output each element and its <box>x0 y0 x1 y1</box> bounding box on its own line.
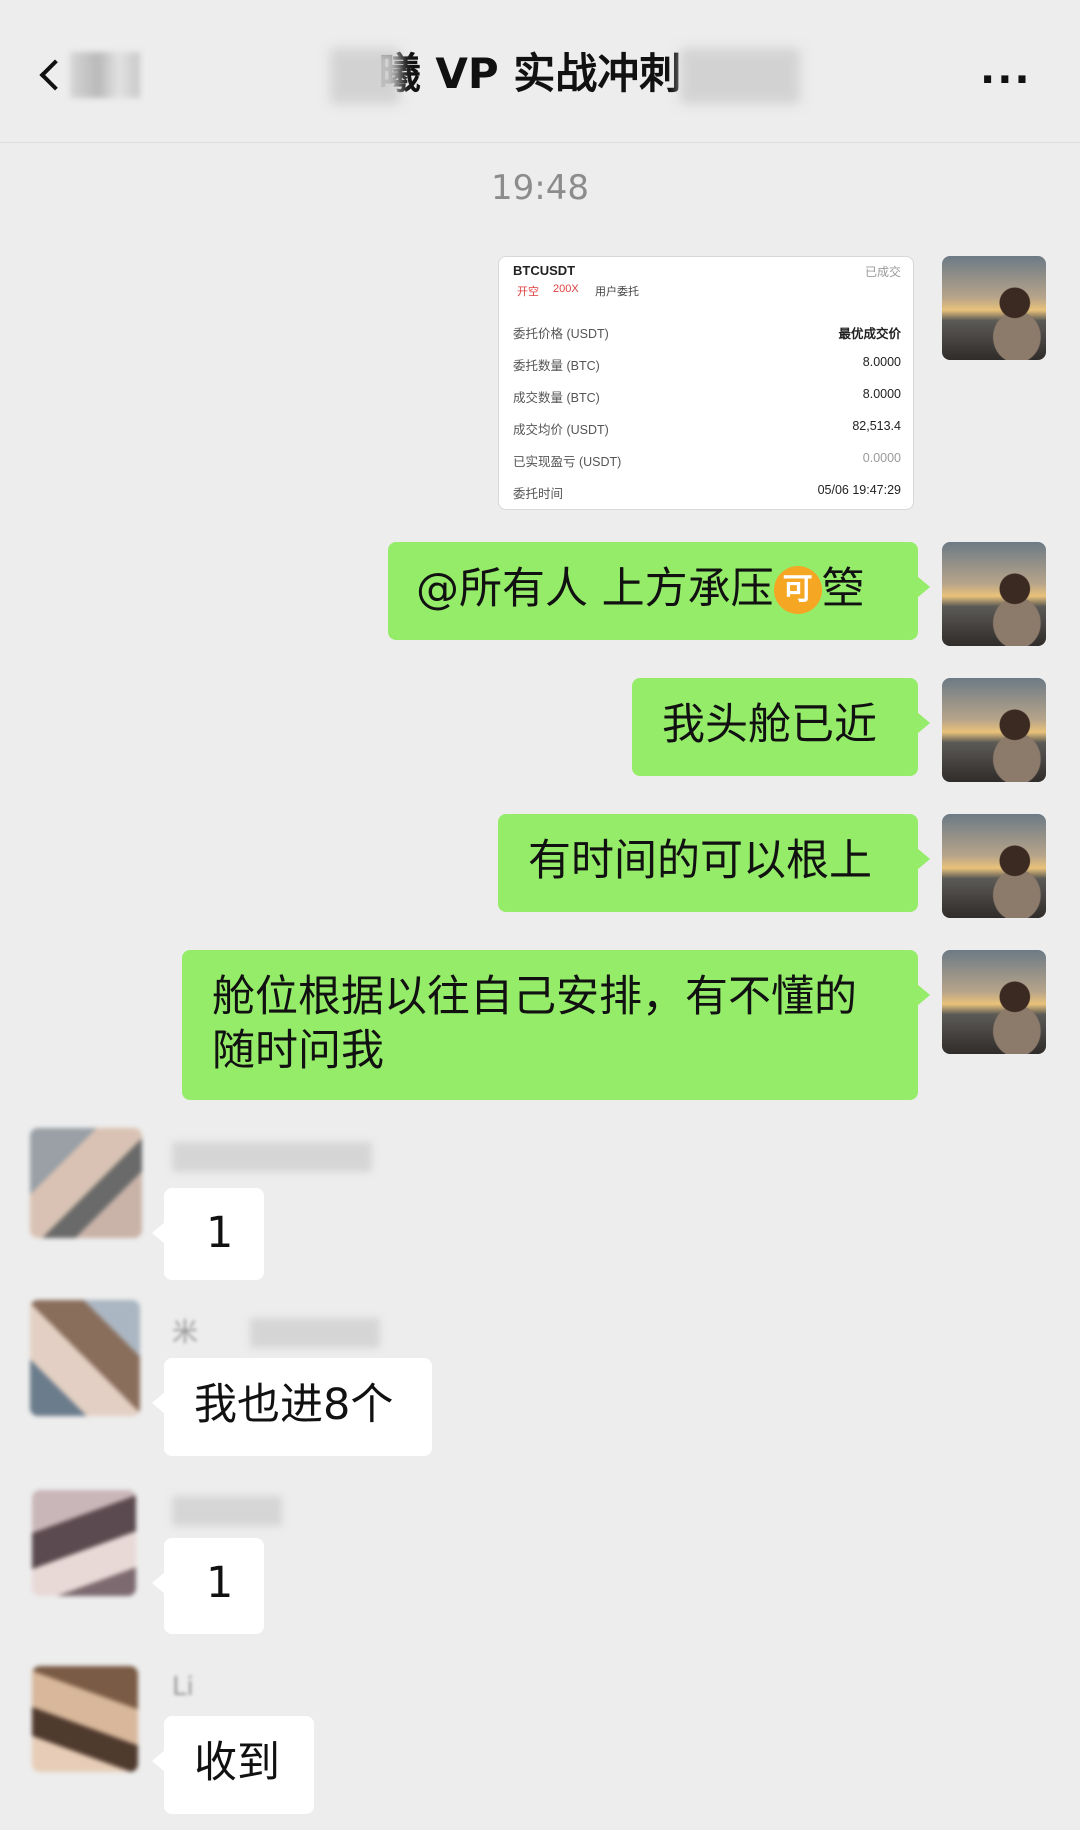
card-row-value: 8.0000 <box>862 355 901 369</box>
chevron-left-icon <box>39 59 71 91</box>
card-tag-type: 用户委托 <box>595 286 639 298</box>
message-bubble[interactable]: 收到 <box>152 1716 314 1814</box>
more-options-button[interactable]: ... <box>980 50 1040 90</box>
message-text: 收到 <box>194 1738 280 1788</box>
avatar[interactable] <box>32 1490 136 1596</box>
sender-name: Li <box>172 1672 194 1702</box>
card-row-label: 成交数量 (BTC) <box>513 391 600 405</box>
card-row-value: 最优成交价 <box>838 327 901 341</box>
avatar[interactable] <box>30 1128 142 1238</box>
card-row: 成交数量 (BTC) 8.0000 <box>513 387 901 407</box>
card-row: 已实现盈亏 (USDT) 0.0000 <box>513 451 901 471</box>
avatar[interactable] <box>942 542 1046 646</box>
message-text: 我也进8个 <box>194 1380 394 1430</box>
card-symbol: BTCUSDT <box>513 263 576 278</box>
message-bubble[interactable]: 1 <box>152 1188 264 1280</box>
sender-name-blurred <box>172 1496 282 1526</box>
message-bubble[interactable]: 有时间的可以根上 <box>498 814 930 912</box>
message-bubble[interactable]: @所有人 上方承压可箜 <box>388 542 930 640</box>
sender-name-blurred <box>250 1318 380 1348</box>
avatar[interactable] <box>942 256 1046 360</box>
card-row-value: 0.0000 <box>862 451 901 465</box>
sender-name: 米 <box>172 1318 199 1348</box>
card-row-label: 委托数量 (BTC) <box>513 359 600 373</box>
avatar[interactable] <box>942 814 1046 918</box>
card-row: 委托价格 (USDT) 最优成交价 <box>513 323 901 343</box>
ke-emoji-icon: 可 <box>773 566 822 614</box>
message-bubble[interactable]: 我头舱已近 <box>632 678 930 776</box>
card-row: 委托时间 05/06 19:47:29 <box>513 483 901 503</box>
message-text: 有时间的可以根上 <box>528 836 872 886</box>
message-bubble[interactable]: 我也进8个 <box>152 1358 432 1456</box>
message-timestamp: 19:48 <box>491 168 589 208</box>
card-row-value: 82,513.4 <box>852 419 901 433</box>
avatar[interactable] <box>30 1300 140 1416</box>
message-text: 舱位根据以往自己安排，有不懂的随时问我 <box>212 972 857 1076</box>
message-text: @所有人 上方承压 <box>416 564 774 614</box>
card-row: 委托数量 (BTC) 8.0000 <box>513 355 901 375</box>
card-status: 已成交 <box>864 265 901 279</box>
avatar[interactable] <box>32 1666 138 1772</box>
avatar[interactable] <box>942 678 1046 782</box>
title-mosaic <box>680 48 800 104</box>
card-row-label: 委托价格 (USDT) <box>513 327 609 341</box>
back-button[interactable] <box>30 40 140 110</box>
unread-count-blurred <box>70 52 140 98</box>
chat-header: 曦 VP 实战冲刺 ... <box>0 0 1080 143</box>
message-text: 1 <box>206 1208 234 1258</box>
sender-name-blurred <box>172 1142 372 1172</box>
card-row-value: 8.0000 <box>862 387 901 401</box>
card-row-label: 已实现盈亏 (USDT) <box>513 455 622 469</box>
card-tag-side: 开空 <box>517 286 539 298</box>
message-text: 1 <box>206 1558 234 1608</box>
card-row-value: 05/06 19:47:29 <box>817 483 901 497</box>
card-row-label: 成交均价 (USDT) <box>513 423 609 437</box>
card-row: 成交均价 (USDT) 82,513.4 <box>513 419 901 439</box>
message-bubble[interactable]: 1 <box>152 1538 264 1634</box>
card-row-label: 委托时间 <box>513 487 564 501</box>
message-text: 箜 <box>821 564 865 614</box>
card-tag-leverage: 200X <box>553 283 579 295</box>
order-screenshot-image[interactable]: BTCUSDT 已成交 开空 200X 用户委托 委托价格 (USDT) 最优成… <box>498 256 914 510</box>
message-text: 我头舱已近 <box>662 700 877 750</box>
avatar[interactable] <box>942 950 1046 1054</box>
title-mosaic <box>330 48 400 104</box>
message-bubble[interactable]: 舱位根据以往自己安排，有不懂的随时问我 <box>182 950 930 1100</box>
